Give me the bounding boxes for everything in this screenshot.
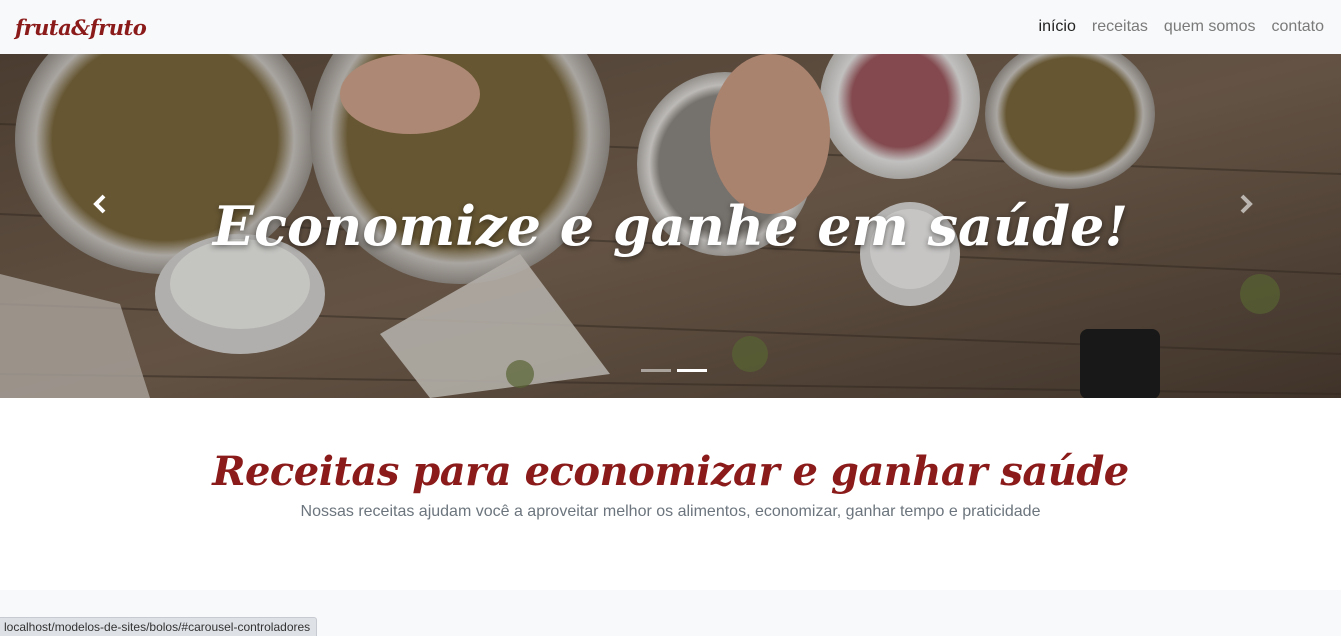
nav-item-quem-somos[interactable]: quem somos — [1148, 18, 1256, 36]
nav-menu: início receitas quem somos contato — [1023, 18, 1324, 36]
intro-subtitle: Nossas receitas ajudam você a aproveitar… — [300, 503, 1041, 520]
brand-logo[interactable]: fruta&fruto — [15, 15, 147, 40]
navbar: fruta&fruto início receitas quem somos c… — [0, 0, 1341, 54]
carousel-indicators — [641, 369, 707, 372]
carousel-indicator-2[interactable] — [677, 369, 707, 372]
nav-item-receitas[interactable]: receitas — [1076, 18, 1148, 36]
intro-section: Receitas para economizar e ganhar saúde … — [0, 398, 1341, 590]
nav-item-contato[interactable]: contato — [1256, 18, 1324, 36]
nav-item-inicio[interactable]: início — [1023, 18, 1076, 36]
carousel-caption: Economize e ganhe em saúde! — [212, 194, 1129, 258]
status-bar-url: localhost/modelos-de-sites/bolos/#carous… — [0, 617, 318, 636]
carousel-indicator-1[interactable] — [641, 369, 671, 372]
hero-carousel: Economize e ganhe em saúde! — [0, 54, 1341, 398]
intro-title: Receitas para economizar e ganhar saúde — [212, 448, 1129, 495]
